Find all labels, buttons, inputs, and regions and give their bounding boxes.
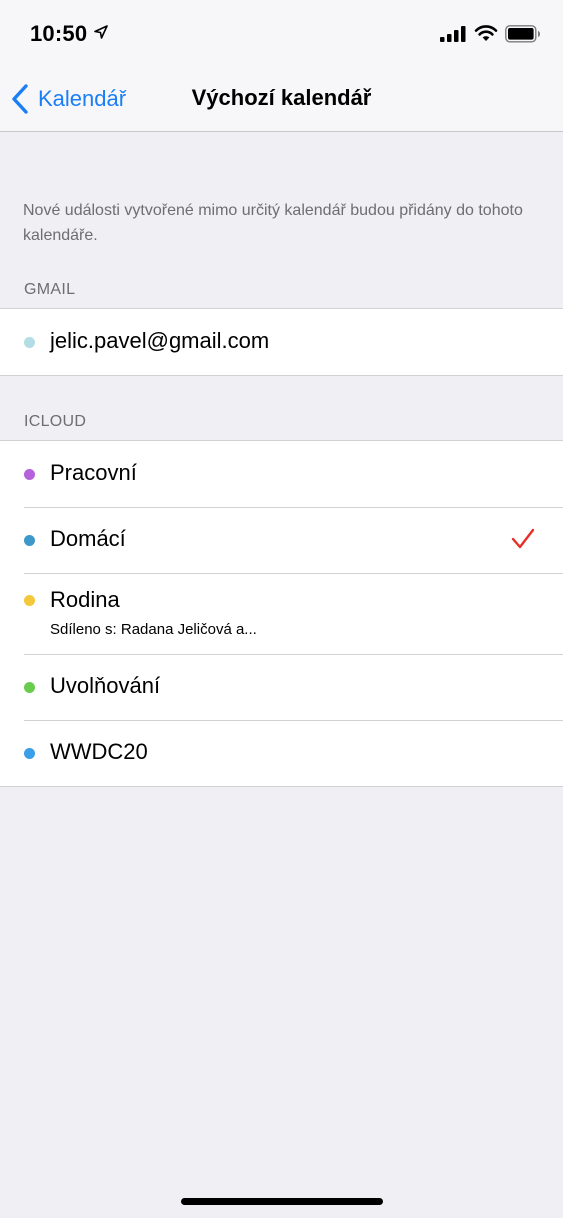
- calendar-color-dot: [24, 748, 35, 759]
- calendar-item-pracovni[interactable]: Pracovní: [0, 441, 563, 507]
- location-arrow-icon: [94, 25, 108, 39]
- calendar-color-dot: [24, 595, 35, 606]
- calendar-color-dot: [24, 535, 35, 546]
- calendar-item-uvolnovani[interactable]: Uvolňování: [0, 654, 563, 720]
- description-text: Nové události vytvořené mimo určitý kale…: [23, 202, 523, 244]
- calendar-item-wwdc20[interactable]: WWDC20: [0, 720, 563, 786]
- home-indicator[interactable]: [181, 1198, 383, 1205]
- navigation-bar: Kalendář Výchozí kalendář: [0, 66, 563, 132]
- section-header-icloud: ICLOUD: [24, 413, 87, 430]
- calendar-item-label: Pracovní: [50, 460, 137, 485]
- calendar-group-icloud: Pracovní Domácí Rodina Sdíleno s: Radana…: [0, 440, 563, 787]
- page-title: Výchozí kalendář: [191, 85, 372, 110]
- calendar-item-label: Domácí: [50, 526, 126, 551]
- calendar-item-domaci[interactable]: Domácí: [0, 507, 563, 573]
- section-header-gmail: GMAIL: [24, 281, 76, 298]
- status-time: 10:50: [30, 21, 88, 46]
- calendar-item-label: Rodina: [50, 587, 120, 612]
- calendar-group-gmail: jelic.pavel@gmail.com: [0, 308, 563, 376]
- calendar-color-dot: [24, 682, 35, 693]
- cellular-signal-icon: [440, 26, 466, 42]
- wifi-icon: [474, 25, 498, 41]
- battery-icon: [505, 25, 540, 43]
- status-bar: 10:50: [0, 0, 563, 66]
- checkmark-icon: [511, 528, 535, 549]
- calendar-color-dot: [24, 337, 35, 348]
- calendar-item-label: jelic.pavel@gmail.com: [50, 328, 270, 353]
- calendar-item-gmail[interactable]: jelic.pavel@gmail.com: [0, 309, 563, 375]
- calendar-item-rodina[interactable]: Rodina Sdíleno s: Radana Jeličová a...: [0, 573, 563, 654]
- calendar-color-dot: [24, 469, 35, 480]
- calendar-item-label: WWDC20: [50, 739, 148, 764]
- calendar-item-label: Uvolňování: [50, 673, 161, 698]
- calendar-shared-subtitle: Sdíleno s: Radana Jeličová a...: [50, 621, 257, 638]
